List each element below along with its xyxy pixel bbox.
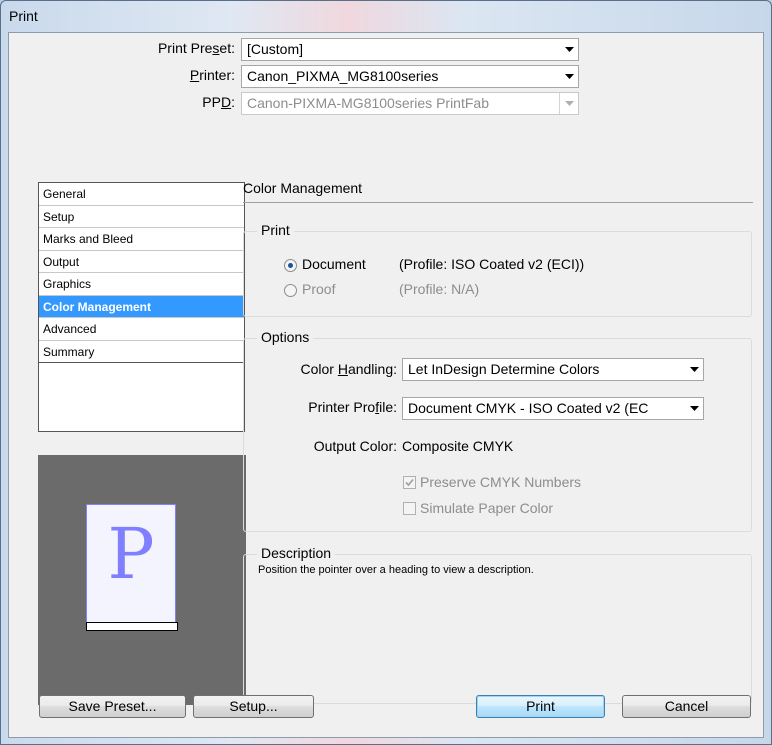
printer-profile-dropdown[interactable]: Document CMYK - ISO Coated v2 (EC bbox=[402, 397, 704, 420]
output-color-label: Output Color: bbox=[313, 438, 397, 454]
document-radio-label[interactable]: Document bbox=[302, 256, 366, 272]
ppd-dropdown: Canon-PIXMA-MG8100series PrintFab bbox=[241, 92, 579, 115]
proof-profile-text: (Profile: N/A) bbox=[399, 281, 480, 297]
simulate-paper-label[interactable]: Simulate Paper Color bbox=[420, 500, 553, 516]
printer-profile-label: Printer Profile: bbox=[308, 399, 397, 415]
heading-divider bbox=[243, 202, 753, 203]
printer-value: Canon_PIXMA_MG8100series bbox=[247, 68, 439, 84]
description-group-legend: Description bbox=[257, 545, 336, 561]
sidebar-item-graphics[interactable]: Graphics bbox=[39, 273, 244, 296]
color-handling-value: Let InDesign Determine Colors bbox=[408, 361, 600, 377]
window-title: Print bbox=[9, 8, 38, 24]
setup-button[interactable]: Setup... bbox=[193, 695, 314, 718]
print-button[interactable]: Print bbox=[476, 695, 605, 718]
simulate-paper-checkbox[interactable] bbox=[403, 502, 416, 515]
page-preview: P bbox=[38, 455, 246, 705]
sidebar-item-output[interactable]: Output bbox=[39, 251, 244, 273]
print-preset-value: [Custom] bbox=[247, 41, 304, 57]
print-group-legend: Print bbox=[257, 222, 294, 238]
print-preset-label: Print Preset: bbox=[157, 40, 235, 56]
chevron-down-icon bbox=[560, 39, 578, 60]
preserve-cmyk-checkbox[interactable] bbox=[403, 476, 416, 489]
print-dialog-window: Print Print Preset: [Custom] Printer: Ca… bbox=[0, 0, 772, 745]
chevron-down-icon bbox=[559, 93, 578, 114]
options-group-legend: Options bbox=[257, 329, 314, 345]
printer-profile-value: Document CMYK - ISO Coated v2 (EC bbox=[408, 400, 649, 416]
sidebar-item-marks-and-bleed[interactable]: Marks and Bleed bbox=[39, 228, 244, 251]
sidebar-item-setup[interactable]: Setup bbox=[39, 206, 244, 228]
printer-dropdown[interactable]: Canon_PIXMA_MG8100series bbox=[241, 65, 579, 88]
ppd-value: Canon-PIXMA-MG8100series PrintFab bbox=[247, 95, 489, 111]
proof-radio-label[interactable]: Proof bbox=[302, 281, 335, 297]
sidebar-item-advanced[interactable]: Advanced bbox=[39, 318, 244, 341]
color-handling-dropdown[interactable]: Let InDesign Determine Colors bbox=[402, 358, 704, 381]
preview-page: P bbox=[86, 504, 176, 625]
panel-heading: Color Management bbox=[243, 180, 363, 196]
check-icon bbox=[405, 478, 414, 487]
sidebar-item-summary[interactable]: Summary bbox=[39, 341, 244, 363]
document-radio[interactable] bbox=[284, 259, 297, 272]
document-profile-text: (Profile: ISO Coated v2 (ECI)) bbox=[399, 256, 585, 272]
cancel-button[interactable]: Cancel bbox=[622, 695, 751, 718]
description-group bbox=[243, 554, 752, 704]
output-color-value: Composite CMYK bbox=[402, 438, 514, 454]
chevron-down-icon bbox=[685, 398, 703, 419]
print-preset-dropdown[interactable]: [Custom] bbox=[241, 38, 579, 61]
proof-radio[interactable] bbox=[284, 284, 297, 297]
sidebar-item-color-management[interactable]: Color Management bbox=[39, 295, 244, 318]
title-bar[interactable]: Print bbox=[1, 1, 771, 31]
color-handling-label: Color Handling: bbox=[300, 361, 397, 377]
preview-letter: P bbox=[107, 513, 155, 595]
category-list: General Setup Marks and Bleed Output Gra… bbox=[38, 182, 245, 432]
chevron-down-icon bbox=[560, 66, 578, 87]
dialog-client-area: Print Preset: [Custom] Printer: Canon_PI… bbox=[8, 32, 764, 738]
printer-label: Printer: bbox=[189, 67, 235, 83]
preview-page-base bbox=[86, 622, 178, 631]
ppd-label: PPD: bbox=[202, 94, 235, 110]
sidebar-item-general[interactable]: General bbox=[39, 183, 244, 206]
save-preset-button[interactable]: Save Preset... bbox=[39, 695, 186, 718]
description-text: Position the pointer over a heading to v… bbox=[258, 564, 534, 576]
preserve-cmyk-label[interactable]: Preserve CMYK Numbers bbox=[420, 474, 581, 490]
chevron-down-icon bbox=[685, 359, 703, 380]
print-group bbox=[243, 231, 752, 317]
